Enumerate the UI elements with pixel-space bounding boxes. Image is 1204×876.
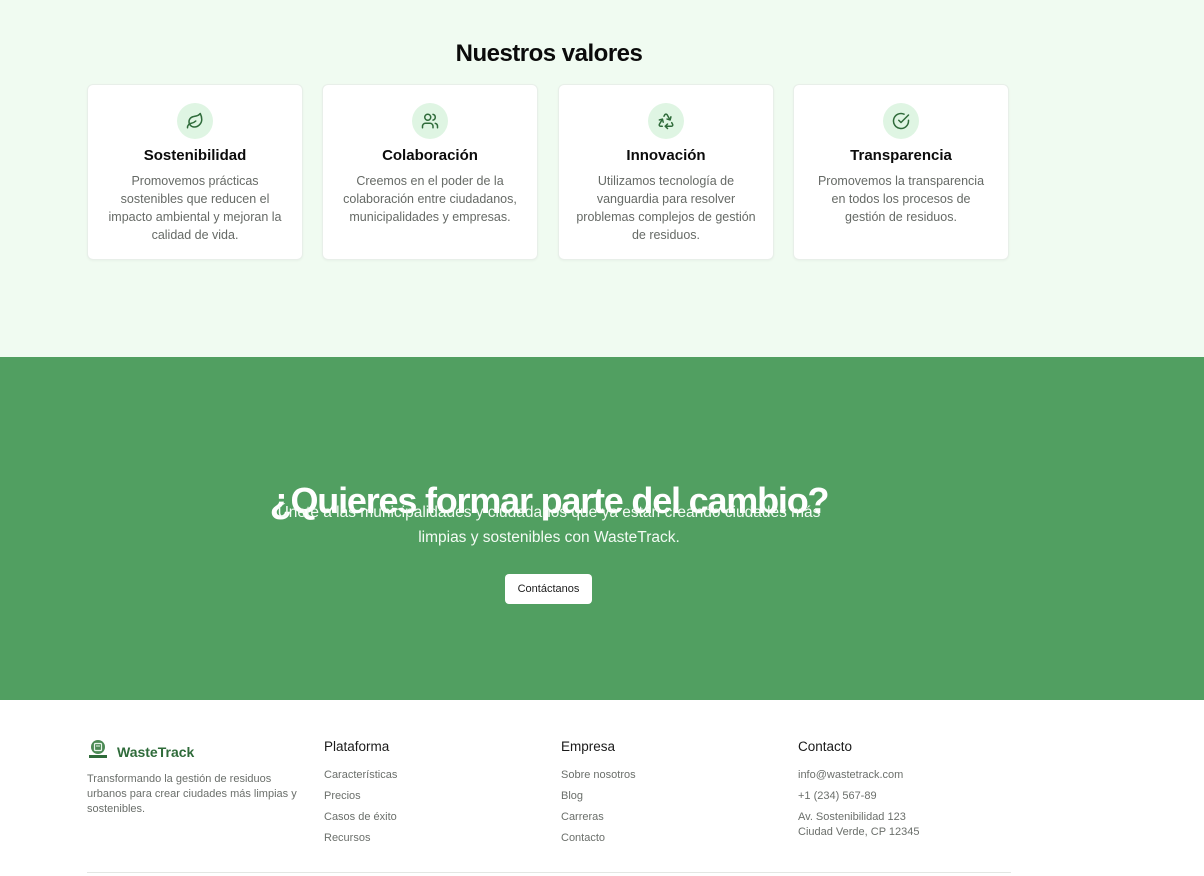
value-card-title: Sostenibilidad (143, 147, 247, 164)
check-circle-icon (883, 103, 919, 139)
footer-link-precios[interactable]: Precios (324, 789, 524, 804)
footer-link-sobre-nosotros[interactable]: Sobre nosotros (561, 768, 761, 783)
footer-column-contacto: Contacto info@wastetrack.com +1 (234) 56… (798, 739, 998, 846)
cta-section: ¿Quieres formar parte del cambio? Únete … (0, 357, 1204, 700)
value-card-title: Innovación (626, 147, 706, 164)
value-card-sostenibilidad: Sostenibilidad Promovemos prácticas sost… (87, 84, 303, 260)
wastetrack-logo-icon (87, 738, 109, 765)
footer-column-title: Contacto (798, 739, 853, 754)
footer-link-casos-de-exito[interactable]: Casos de éxito (324, 810, 524, 825)
value-card-transparencia: Transparencia Promovemos la transparenci… (793, 84, 1009, 260)
address-line-2: Ciudad Verde, CP 12345 (798, 826, 920, 838)
contact-button[interactable]: Contáctanos (505, 574, 592, 604)
leaf-icon (177, 103, 213, 139)
footer-brand[interactable]: WasteTrack (87, 738, 194, 765)
contact-phone-link[interactable]: +1 (234) 567-89 (798, 789, 998, 804)
footer-column-title: Empresa (561, 739, 616, 754)
footer-divider (87, 872, 1011, 873)
footer-link-carreras[interactable]: Carreras (561, 810, 761, 825)
value-card-title: Colaboración (382, 147, 478, 164)
users-icon (412, 103, 448, 139)
value-card-title: Transparencia (850, 147, 952, 164)
footer: WasteTrack Transformando la gestión de r… (0, 700, 1204, 876)
footer-link-blog[interactable]: Blog (561, 789, 761, 804)
recycle-icon (648, 103, 684, 139)
values-section: Nuestros valores Sostenibilidad Promovem… (0, 0, 1204, 357)
footer-column-plataforma: Plataforma Características Precios Casos… (324, 739, 524, 852)
footer-link-caracteristicas[interactable]: Características (324, 768, 524, 783)
cta-subtitle: Únete a las municipalidades y ciudadanos… (277, 504, 821, 546)
footer-column-title: Plataforma (324, 739, 390, 754)
footer-link-contacto[interactable]: Contacto (561, 831, 761, 846)
footer-column-empresa: Empresa Sobre nosotros Blog Carreras Con… (561, 739, 761, 852)
value-card-text: Promovemos la transparencia en todos los… (817, 174, 985, 224)
value-card-text: Creemos en el poder de la colaboración e… (343, 174, 517, 224)
value-card-text: Utilizamos tecnología de vanguardia para… (576, 174, 756, 242)
values-title: Nuestros valores (455, 39, 643, 67)
value-card-colaboracion: Colaboración Creemos en el poder de la c… (322, 84, 538, 260)
contact-address: Av. Sostenibilidad 123 Ciudad Verde, CP … (798, 810, 998, 840)
brand-description: Transformando la gestión de residuos urb… (87, 773, 297, 815)
contact-email-link[interactable]: info@wastetrack.com (798, 768, 998, 783)
value-card-innovacion: Innovación Utilizamos tecnología de vang… (558, 84, 774, 260)
footer-link-recursos[interactable]: Recursos (324, 831, 524, 846)
value-card-text: Promovemos prácticas sostenibles que red… (108, 174, 282, 242)
address-line-1: Av. Sostenibilidad 123 (798, 811, 906, 823)
brand-name: WasteTrack (117, 743, 195, 760)
